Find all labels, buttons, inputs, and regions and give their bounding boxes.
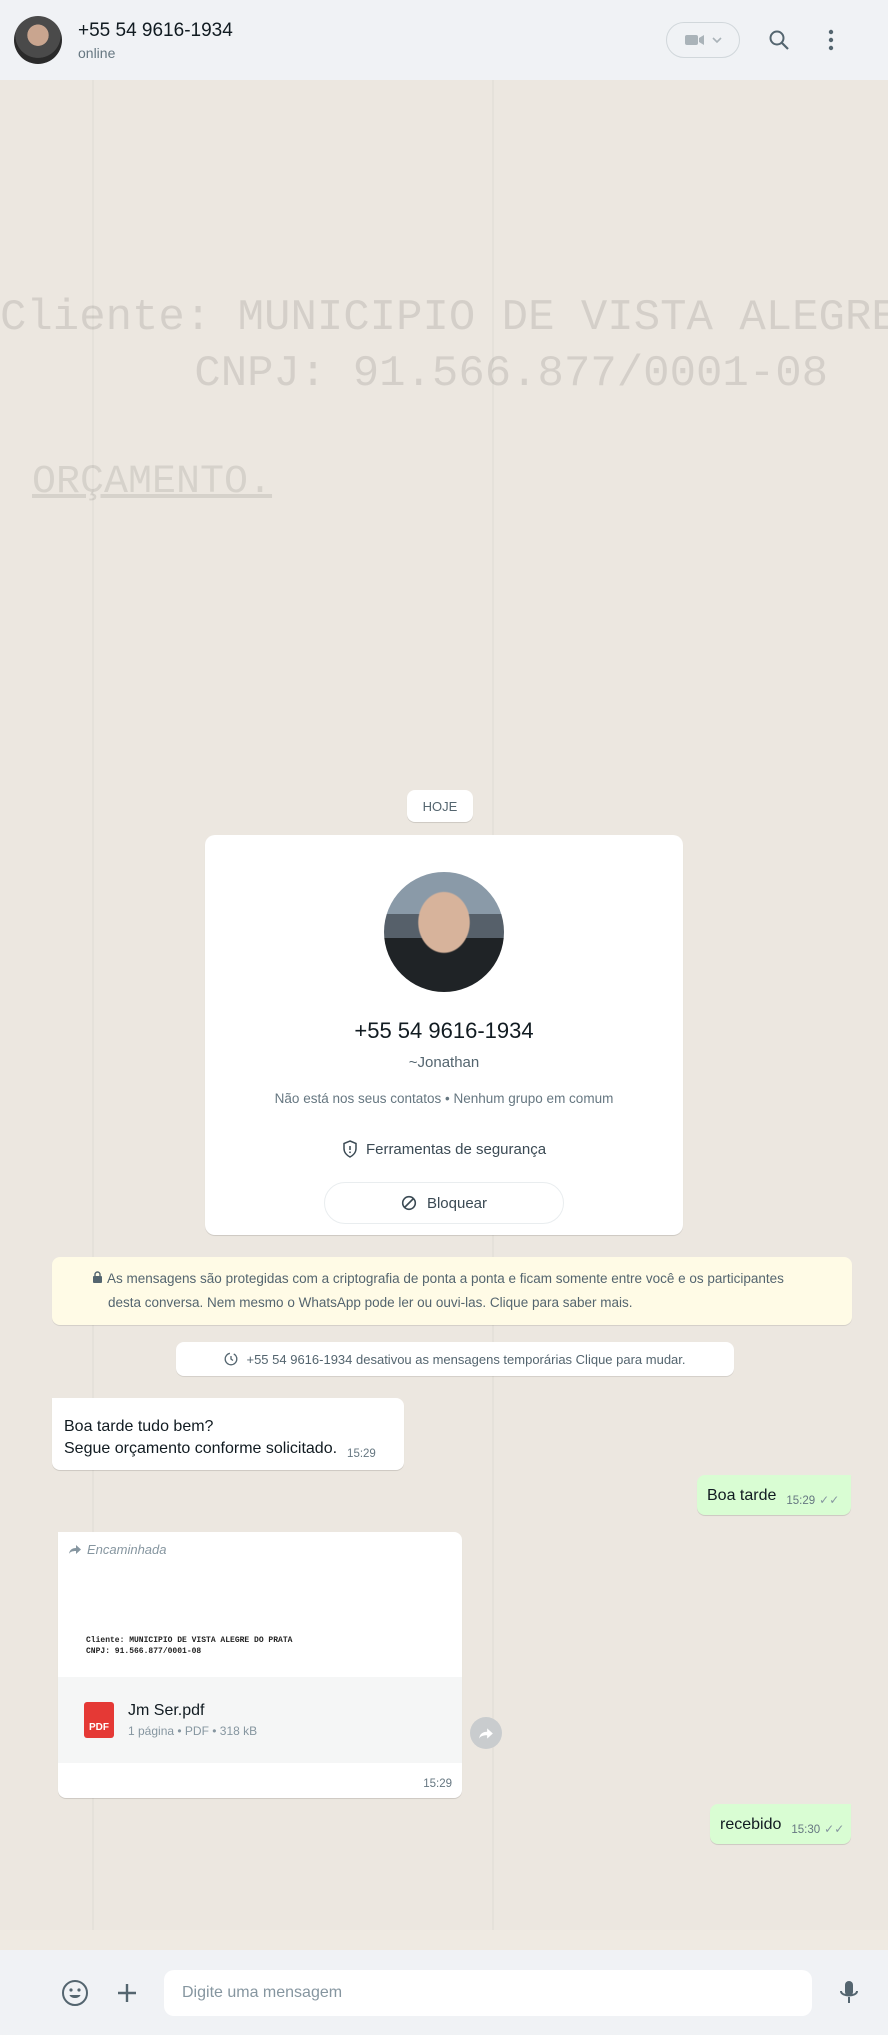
document-preview-line: CNPJ: 91.566.877/0001-08 bbox=[86, 1647, 202, 1656]
card-contact-number: +55 54 9616-1934 bbox=[354, 1018, 534, 1043]
lock-icon bbox=[93, 1271, 102, 1283]
safety-tools-label: Ferramentas de segurança bbox=[365, 1140, 547, 1158]
document-preview-line: Cliente: MUNICIPIO DE VISTA ALEGRE DO PR… bbox=[86, 1636, 293, 1645]
contact-profile-photo[interactable] bbox=[384, 872, 504, 992]
message-time: 15:29 bbox=[786, 1495, 816, 1507]
system-notice-text: +55 54 9616-1934 desativou as mensagens … bbox=[246, 1351, 686, 1367]
plus-icon bbox=[118, 1983, 136, 2002]
voice-message-button[interactable] bbox=[834, 1978, 864, 2008]
forward-arrow-icon bbox=[69, 1545, 81, 1554]
message-text: recebido bbox=[720, 1816, 782, 1833]
message-incoming[interactable]: Boa tarde tudo bem? Segue orçamento conf… bbox=[52, 1398, 404, 1470]
file-meta: 1 página • PDF • 318 kB bbox=[128, 1724, 258, 1738]
message-input[interactable] bbox=[164, 1969, 812, 2016]
contact-avatar[interactable] bbox=[14, 16, 62, 64]
forward-button[interactable] bbox=[470, 1717, 502, 1749]
composer-bar bbox=[0, 1950, 888, 2035]
card-contact-alias: ~Jonathan bbox=[408, 1054, 480, 1071]
message-text: Boa tarde bbox=[707, 1487, 777, 1504]
file-name: Jm Ser.pdf bbox=[128, 1702, 205, 1719]
attach-button[interactable] bbox=[112, 1978, 142, 2008]
double-check-icon: ✓✓ bbox=[819, 1493, 840, 1507]
date-divider: HOJE bbox=[407, 790, 473, 822]
chat-header: +55 54 9616-1934 online bbox=[0, 0, 888, 80]
message-time: 15:29 bbox=[347, 1448, 376, 1460]
shield-icon bbox=[343, 1140, 357, 1158]
message-incoming-document[interactable]: Encaminhada Cliente: MUNICIPIO DE VISTA … bbox=[58, 1532, 462, 1798]
card-contact-info: Não está nos seus contatos • Nenhum grup… bbox=[274, 1091, 614, 1106]
forwarded-label: Encaminhada bbox=[58, 1532, 462, 1557]
pdf-file-icon: PDF bbox=[84, 1702, 114, 1738]
document-file[interactable]: PDF Jm Ser.pdf 1 página • PDF • 318 kB bbox=[58, 1677, 462, 1763]
header-actions bbox=[666, 22, 874, 58]
video-camera-icon bbox=[685, 35, 704, 45]
disappearing-messages-notice[interactable]: +55 54 9616-1934 desativou as mensagens … bbox=[176, 1342, 734, 1376]
message-outgoing[interactable]: recebido 15:30 ✓✓ bbox=[710, 1804, 851, 1844]
document-preview[interactable]: Cliente: MUNICIPIO DE VISTA ALEGRE DO PR… bbox=[58, 1567, 462, 1677]
safety-tools-link[interactable]: Ferramentas de segurança bbox=[342, 1140, 546, 1158]
message-list[interactable]: HOJE +55 54 9616-1934 ~Jonathan Não está… bbox=[0, 80, 888, 1950]
emoji-icon bbox=[62, 1979, 88, 2006]
microphone-icon bbox=[840, 1980, 858, 2003]
message-time: 15:29 bbox=[423, 1778, 452, 1790]
encryption-notice-text: As mensagens são protegidas com a cripto… bbox=[107, 1271, 784, 1310]
encryption-notice[interactable]: As mensagens são protegidas com a cripto… bbox=[52, 1257, 852, 1325]
search-icon bbox=[769, 30, 789, 50]
message-outgoing[interactable]: Boa tarde 15:29 ✓✓ bbox=[697, 1475, 851, 1515]
contact-info[interactable]: +55 54 9616-1934 online bbox=[78, 20, 666, 61]
block-button[interactable]: Bloquear bbox=[324, 1182, 564, 1224]
contact-title: +55 54 9616-1934 bbox=[78, 19, 233, 41]
share-icon bbox=[479, 1727, 493, 1739]
chevron-down-icon bbox=[712, 37, 722, 44]
block-icon bbox=[401, 1195, 417, 1211]
emoji-button[interactable] bbox=[60, 1978, 90, 2008]
contact-status: online bbox=[78, 44, 116, 61]
video-call-button[interactable] bbox=[666, 22, 740, 58]
search-button[interactable] bbox=[766, 27, 792, 53]
double-check-icon: ✓✓ bbox=[824, 1822, 845, 1836]
block-label: Bloquear bbox=[426, 1194, 488, 1212]
unknown-contact-card: +55 54 9616-1934 ~Jonathan Não está nos … bbox=[205, 835, 683, 1235]
message-text: Boa tarde tudo bem? Segue orçamento conf… bbox=[64, 1418, 338, 1457]
more-vertical-icon bbox=[828, 29, 834, 51]
menu-button[interactable] bbox=[818, 27, 844, 53]
message-time: 15:30 bbox=[791, 1824, 821, 1836]
timer-icon bbox=[225, 1352, 238, 1366]
